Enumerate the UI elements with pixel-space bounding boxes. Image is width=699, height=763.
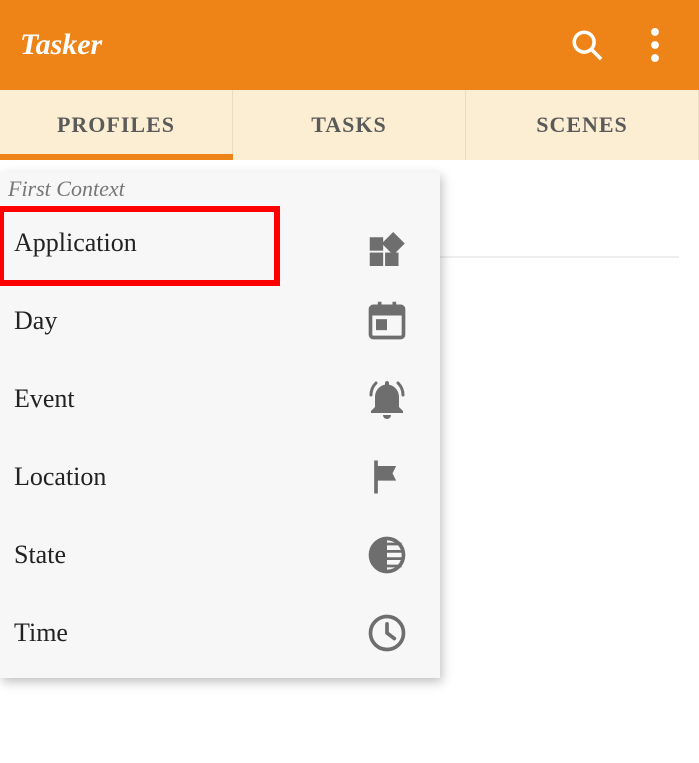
menu-item-location[interactable]: Location (0, 438, 440, 516)
clock-icon (362, 608, 412, 658)
apps-icon (362, 218, 412, 268)
menu-item-day[interactable]: Day (0, 282, 440, 360)
menu-item-label: Time (14, 618, 68, 648)
bell-icon (362, 374, 412, 424)
menu-item-application[interactable]: Application (0, 204, 440, 282)
menu-item-state[interactable]: State (0, 516, 440, 594)
search-icon[interactable] (563, 21, 611, 69)
more-icon[interactable] (631, 21, 679, 69)
menu-item-event[interactable]: Event (0, 360, 440, 438)
calendar-icon (362, 296, 412, 346)
tab-bar: PROFILES TASKS SCENES (0, 90, 699, 160)
app-header: Tasker (0, 0, 699, 90)
contrast-icon (362, 530, 412, 580)
menu-title: First Context (0, 172, 440, 204)
menu-item-label: Application (14, 228, 137, 258)
app-title: Tasker (20, 28, 543, 62)
menu-item-label: Location (14, 462, 106, 492)
tab-tasks[interactable]: TASKS (233, 90, 466, 160)
tab-profiles[interactable]: PROFILES (0, 90, 233, 160)
flag-icon (362, 452, 412, 502)
menu-item-label: State (14, 540, 66, 570)
menu-item-label: Event (14, 384, 75, 414)
menu-item-time[interactable]: Time (0, 594, 440, 672)
tab-scenes[interactable]: SCENES (466, 90, 699, 160)
menu-item-label: Day (14, 306, 57, 336)
context-menu: First Context Application Day (0, 172, 440, 678)
divider (440, 256, 679, 258)
content-area: First Context Application Day (0, 160, 699, 763)
